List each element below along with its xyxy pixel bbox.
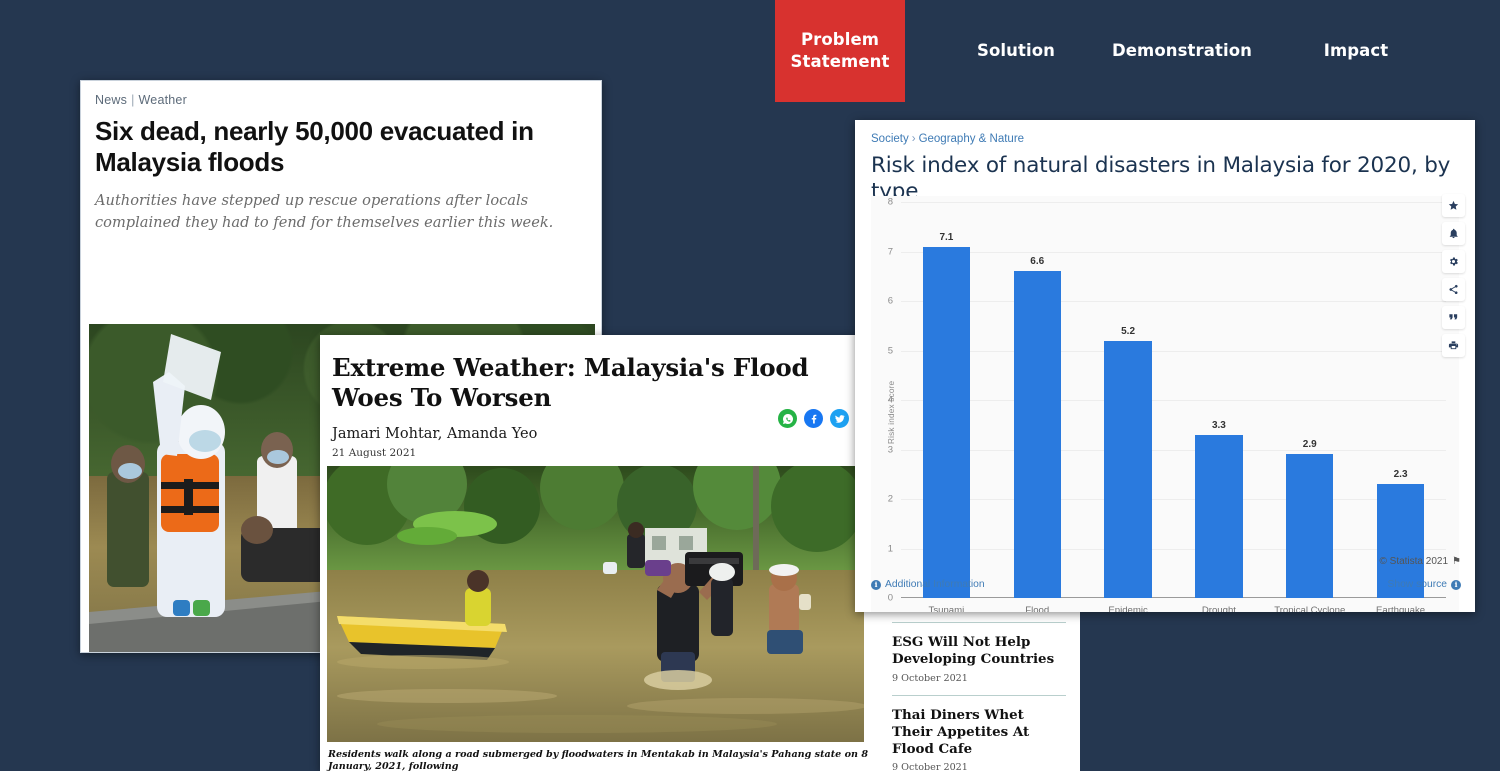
ew-photo-caption: Residents walk along a road submerged by…	[328, 749, 868, 771]
grid-line	[901, 449, 1446, 451]
twitter-share-icon[interactable]	[830, 409, 849, 428]
aj-kicker-separator: |	[131, 93, 135, 107]
statista-chart-card[interactable]: Society › Geography & Nature Risk index of…	[855, 120, 1475, 612]
copyright-text: © Statista 2021	[1379, 556, 1449, 567]
list-divider	[892, 622, 1066, 624]
ew-photo-flooded-street	[327, 466, 864, 742]
breadcrumb-root[interactable]: Society	[871, 133, 909, 145]
y-axis-tick: 6	[887, 295, 893, 307]
star-icon[interactable]	[1442, 194, 1465, 217]
show-source-label: Show source	[1387, 579, 1447, 590]
y-axis-tick: 7	[887, 246, 893, 257]
aj-standfirst: Authorities have stepped up rescue opera…	[95, 192, 554, 231]
ew-text-block: Extreme Weather: Malaysia's Flood Woes T…	[320, 335, 878, 459]
facebook-share-icon[interactable]	[804, 409, 823, 428]
list-item-title: ESG Will Not Help Developing Countries	[892, 634, 1055, 668]
breadcrumb-chevron-icon: ›	[911, 133, 916, 145]
aj-kicker-news[interactable]: News	[95, 93, 127, 107]
bell-icon[interactable]	[1442, 222, 1465, 245]
bar-value-label: 2.9	[1302, 439, 1317, 451]
list-item-date: 9 October 2021	[892, 762, 968, 771]
copyright-row: © Statista 2021 ⚑	[1380, 556, 1462, 567]
nav-tab-demonstration[interactable]: Demonstration	[1108, 0, 1256, 102]
whatsapp-share-icon[interactable]	[778, 409, 797, 428]
grid-line	[901, 301, 1446, 302]
bar-value-label: 5.2	[1121, 325, 1136, 337]
info-icon: i	[1451, 579, 1461, 590]
breadcrumb: Society › Geography & Nature	[871, 133, 1459, 145]
list-item-date: 9 October 2021	[892, 672, 968, 684]
additional-information-link[interactable]: i Additional Information	[871, 579, 985, 590]
y-axis-label: Risk index score	[887, 380, 896, 444]
nav-tab-label: Demonstration	[1111, 40, 1253, 60]
breadcrumb-leaf[interactable]: Geography & Nature	[919, 133, 1024, 145]
list-item-title: Thai Diners Whet Their Appetites At Floo…	[892, 706, 1030, 757]
grid-line	[901, 400, 1446, 401]
list-item[interactable]: Thai Diners Whet Their Appetites At Floo…	[892, 707, 1066, 771]
y-axis-tick: 5	[887, 345, 893, 356]
ew-date: 21 August 2021	[332, 446, 417, 459]
aj-kicker: News | Weather	[95, 93, 587, 107]
bar-value-label: 3.3	[1211, 419, 1226, 431]
y-axis-tick: 2	[887, 493, 893, 505]
nav-tab-problem-statement[interactable]: Problem Statement	[775, 0, 905, 102]
grid-line	[901, 499, 1446, 500]
nav-tab-label: Problem Statement	[790, 29, 890, 71]
bar-value-label: 7.1	[939, 231, 954, 243]
flag-icon[interactable]: ⚑	[1452, 556, 1461, 567]
nav-tab-impact[interactable]: Impact	[1296, 0, 1416, 102]
additional-information-label: Additional Information	[885, 579, 985, 590]
grid-line	[901, 202, 1446, 203]
statista-header: Society › Geography & Nature Risk index of…	[855, 120, 1475, 205]
nav-tab-solution[interactable]: Solution	[950, 0, 1082, 102]
grid-line	[901, 251, 1446, 253]
statista-footer: © Statista 2021 ⚑ i Additional Informati…	[855, 548, 1475, 612]
y-axis-tick: 8	[887, 196, 893, 208]
ew-social-share-row	[778, 409, 849, 428]
aj-headline: Six dead, nearly 50,000 evacuated in Mal…	[95, 116, 534, 178]
share-icon[interactable]	[1442, 278, 1465, 301]
show-source-link[interactable]: Show source i	[1387, 579, 1461, 590]
y-axis-tick: 4	[887, 394, 893, 406]
ew-byline: Jamari Mohtar, Amanda Yeo	[332, 425, 538, 442]
bar-value-label: 6.6	[1030, 256, 1045, 268]
quote-icon[interactable]	[1442, 306, 1465, 329]
presentation-slide: Problem Statement Solution Demonstration…	[0, 0, 1500, 771]
chart-bar[interactable]	[922, 246, 971, 598]
list-item[interactable]: ESG Will Not Help Developing Countries 9…	[892, 634, 1066, 683]
nav-tab-label: Solution	[976, 40, 1056, 60]
chart-tool-rail	[1442, 194, 1465, 357]
info-icon: i	[871, 579, 881, 590]
y-axis-tick: 3	[887, 444, 893, 455]
gear-icon[interactable]	[1442, 250, 1465, 273]
print-icon[interactable]	[1442, 334, 1465, 357]
aj-kicker-weather[interactable]: Weather	[139, 93, 187, 107]
aj-text-block: News | Weather Six dead, nearly 50,000 eva…	[81, 81, 601, 233]
news-article-card-extreme-weather[interactable]: Extreme Weather: Malaysia's Flood Woes T…	[320, 335, 878, 771]
list-divider	[892, 694, 1066, 696]
bar-value-label: 2.3	[1393, 469, 1408, 481]
nav-tab-label: Impact	[1323, 40, 1389, 60]
ew-headline: Extreme Weather: Malaysia's Flood Woes T…	[332, 353, 809, 412]
grid-line	[901, 350, 1446, 352]
